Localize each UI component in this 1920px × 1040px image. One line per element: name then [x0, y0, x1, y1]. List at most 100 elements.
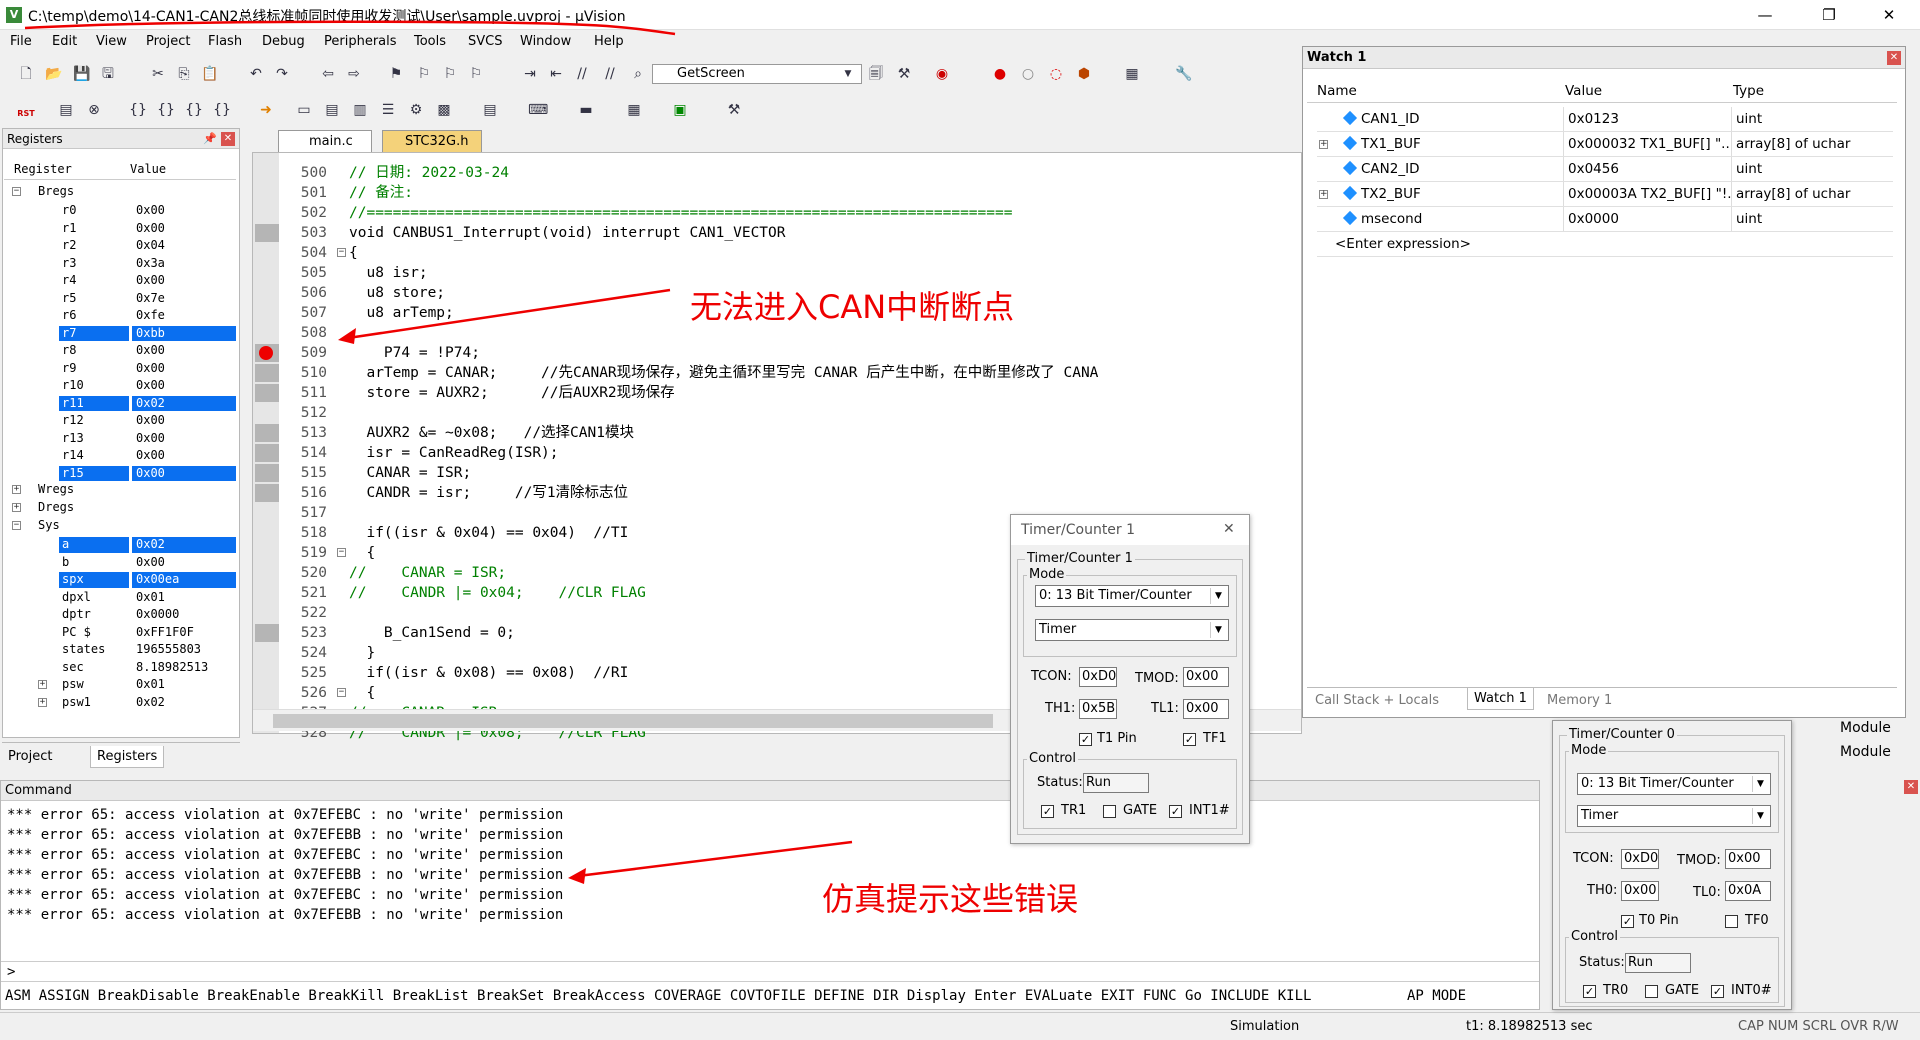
timer1-tcon-field[interactable]: 0xD0 — [1079, 667, 1117, 687]
watch-row[interactable]: msecond 0x0000 uint — [1317, 207, 1893, 232]
bookmark-prev-icon[interactable]: ⚐ — [414, 64, 434, 84]
tab-stc32g-h[interactable]: STC32G.h — [382, 130, 482, 152]
fold-icon[interactable]: − — [337, 688, 346, 697]
tab-project[interactable]: Project — [2, 746, 58, 768]
register-value[interactable]: 0x00 — [136, 220, 165, 238]
timer1-gate-checkbox[interactable] — [1103, 805, 1116, 818]
code-line[interactable]: 515 CANAR = ISR; — [253, 463, 1303, 483]
collapse-bregs-icon[interactable]: − — [12, 187, 21, 196]
code-line[interactable]: 514 isr = CanReadReg(ISR); — [253, 443, 1303, 463]
close-icon[interactable]: ✕ — [221, 132, 235, 146]
menu-debug[interactable]: Debug — [262, 34, 305, 49]
menu-edit[interactable]: Edit — [52, 34, 77, 49]
timer1-mode-select[interactable]: 0: 13 Bit Timer/Counter ▼ — [1035, 585, 1229, 607]
expand-wregs-icon[interactable]: + — [12, 485, 21, 494]
register-value[interactable]: 0x00 — [136, 377, 165, 395]
timer1-tmod-field[interactable]: 0x00 — [1183, 667, 1229, 687]
register-row[interactable]: r12 0x00 — [4, 412, 236, 430]
close-watch-icon[interactable]: ✕ — [1887, 51, 1901, 65]
uncomment-icon[interactable]: // — [600, 64, 620, 84]
timer1-tf-checkbox[interactable]: ✓ — [1183, 733, 1196, 746]
register-row[interactable]: r1 0x00 — [4, 220, 236, 238]
timer1-th-field[interactable]: 0x5B — [1079, 699, 1117, 719]
register-row[interactable]: r10 0x00 — [4, 377, 236, 395]
bookmark-clear-icon[interactable]: ⚐ — [466, 64, 486, 84]
register-row[interactable]: dptr 0x0000 — [4, 606, 236, 624]
register-row[interactable]: spx 0x00ea — [4, 571, 236, 589]
menu-view[interactable]: View — [96, 34, 127, 49]
register-value[interactable]: 0x00 — [136, 554, 165, 572]
save-all-icon[interactable]: 🖫 — [98, 64, 118, 84]
maximize-button[interactable]: ❐ — [1806, 0, 1852, 30]
register-row[interactable]: PC $ 0xFF1F0F — [4, 624, 236, 642]
register-value[interactable]: 0x01 — [136, 589, 165, 607]
find-in-files-icon[interactable]: 🗐 — [866, 64, 886, 84]
copy-icon[interactable]: ⎘ — [174, 64, 194, 84]
paste-icon[interactable]: 📋 — [200, 64, 220, 84]
register-value[interactable]: 0x04 — [136, 237, 165, 255]
breakpoint-icon[interactable] — [259, 346, 273, 360]
tab-call-stack[interactable]: Call Stack + Locals — [1309, 690, 1445, 712]
expand-icon[interactable]: + — [1319, 190, 1328, 199]
register-value[interactable]: 0x02 — [136, 536, 165, 554]
register-row[interactable]: r3 0x3a — [4, 255, 236, 273]
find-icon[interactable]: ⌕ — [628, 64, 648, 84]
configure-icon[interactable]: 🔧 — [1174, 64, 1194, 84]
expand-icon[interactable]: + — [38, 680, 47, 689]
register-row[interactable]: states 196555803 — [4, 641, 236, 659]
find-combo-chevron-icon[interactable]: ▼ — [838, 64, 858, 84]
breakpoint-kill-all-icon[interactable]: ⬢ — [1074, 64, 1094, 84]
register-row[interactable]: r9 0x00 — [4, 360, 236, 378]
tab-registers[interactable]: Registers — [90, 746, 165, 768]
close-right-pane-icon[interactable]: ✕ — [1904, 780, 1918, 794]
fold-icon[interactable]: − — [337, 548, 346, 557]
command-window-icon[interactable]: ▭ — [294, 100, 314, 120]
register-value[interactable]: 0x00 — [136, 202, 165, 220]
timer0-tr-checkbox[interactable]: ✓ — [1583, 985, 1596, 998]
register-row[interactable]: dpxl 0x01 — [4, 589, 236, 607]
menu-project[interactable]: Project — [146, 34, 190, 49]
register-value[interactable]: 0x00 — [136, 412, 165, 430]
menu-peripherals[interactable]: Peripherals — [324, 34, 397, 49]
watch-window-icon[interactable]: ▩ — [434, 100, 454, 120]
step-out-icon[interactable]: {} — [184, 100, 204, 120]
register-row[interactable]: r8 0x00 — [4, 342, 236, 360]
register-row[interactable]: a 0x02 — [4, 536, 236, 554]
serial-window-icon[interactable]: ⌨ — [528, 100, 548, 120]
show-next-statement-icon[interactable]: ➜ — [256, 100, 276, 120]
register-row[interactable]: r4 0x00 — [4, 272, 236, 290]
fold-icon[interactable]: − — [337, 248, 346, 257]
register-value[interactable]: 0x00 — [136, 272, 165, 290]
scrollbar-thumb[interactable] — [273, 714, 993, 728]
dregs-group[interactable]: Dregs — [38, 500, 74, 514]
open-file-icon[interactable]: 📂 — [44, 64, 64, 84]
step-into-icon[interactable]: {} — [128, 100, 148, 120]
register-value[interactable]: 0x02 — [136, 395, 165, 413]
timer0-pin-checkbox[interactable]: ✓ — [1621, 915, 1634, 928]
register-row[interactable]: r15 0x00 — [4, 465, 236, 483]
expand-icon[interactable]: + — [38, 697, 47, 707]
step-over-icon[interactable]: {} — [156, 100, 176, 120]
code-line[interactable]: − 504 { — [253, 243, 1303, 263]
register-row[interactable]: sec 8.18982513 — [4, 659, 236, 677]
watch-value[interactable]: 0x000032 TX1_BUF[] "... — [1563, 132, 1731, 156]
collapse-sys-icon[interactable]: − — [12, 521, 21, 530]
register-row[interactable]: r6 0xfe — [4, 307, 236, 325]
run-icon[interactable]: ▤ — [56, 100, 76, 120]
sys-group[interactable]: Sys — [38, 518, 60, 532]
registers-window-icon[interactable]: ☰ — [378, 100, 398, 120]
menu-svcs[interactable]: SVCS — [468, 34, 502, 49]
timer1-close-icon[interactable]: ✕ — [1223, 521, 1235, 537]
register-value[interactable]: 0xFF1F0F — [136, 624, 194, 642]
timer0-th-field[interactable]: 0x00 — [1621, 881, 1659, 901]
timer1-tl-field[interactable]: 0x00 — [1183, 699, 1229, 719]
register-value[interactable]: 0x02 — [136, 694, 165, 712]
breakpoint-enable-icon[interactable]: ○ — [1018, 64, 1038, 84]
run-to-cursor-icon[interactable]: {} — [212, 100, 232, 120]
register-value[interactable]: 0x3a — [136, 255, 165, 273]
debug-session-icon[interactable]: ◉ — [932, 64, 952, 84]
timer0-type-select[interactable]: Timer ▼ — [1577, 805, 1771, 827]
watch-value[interactable]: 0x0123 — [1563, 107, 1731, 131]
command-input[interactable]: > — [1, 961, 1539, 981]
register-value[interactable]: 0xfe — [136, 307, 165, 325]
